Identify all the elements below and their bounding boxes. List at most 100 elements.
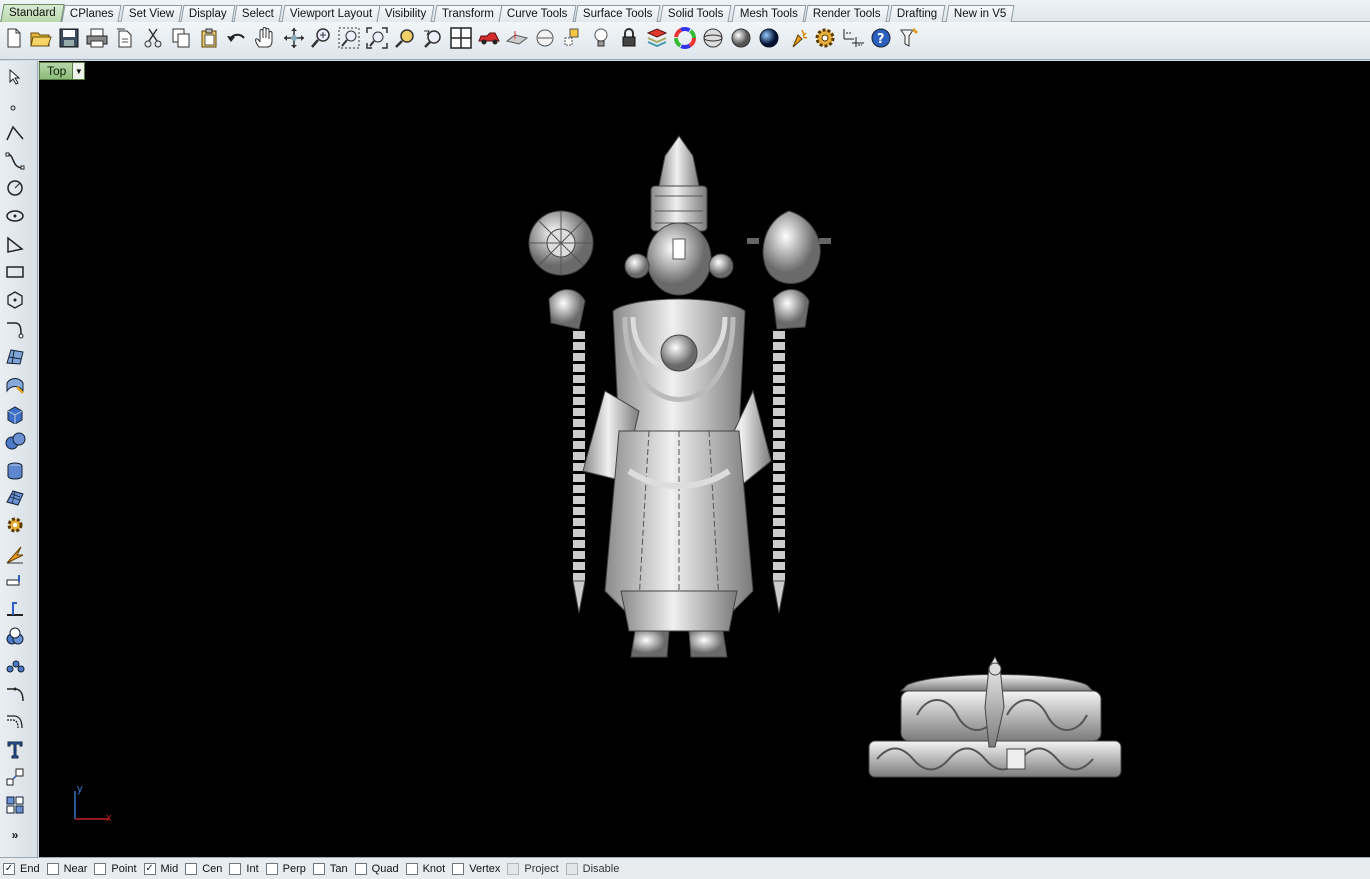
- tab-drafting[interactable]: Drafting: [888, 5, 946, 22]
- mesh-icon[interactable]: [3, 486, 27, 510]
- tab-cplanes[interactable]: CPlanes: [61, 5, 122, 22]
- open-folder-icon[interactable]: [29, 25, 53, 51]
- solid-tools-icon[interactable]: [3, 459, 27, 483]
- lock-icon[interactable]: [617, 25, 641, 51]
- checkbox-icon[interactable]: ✓: [3, 862, 15, 875]
- tab-viewport-layout[interactable]: Viewport Layout: [281, 5, 381, 22]
- viewport-menu-arrow-icon[interactable]: ▼: [72, 63, 85, 79]
- checkbox-icon[interactable]: [354, 862, 367, 875]
- copy-icon[interactable]: [169, 25, 193, 51]
- zoom-selected-icon[interactable]: [393, 25, 417, 51]
- cut-icon[interactable]: [141, 25, 165, 51]
- curve-icon[interactable]: [3, 149, 27, 173]
- help-icon[interactable]: ?: [869, 25, 893, 51]
- checkbox-icon[interactable]: [46, 862, 59, 875]
- transform-icon[interactable]: [3, 543, 27, 567]
- wireframe-sphere-icon[interactable]: [701, 25, 725, 51]
- checkbox-icon[interactable]: [94, 862, 107, 875]
- polyline-icon[interactable]: [3, 122, 27, 146]
- solid-sphere-icon[interactable]: [3, 429, 27, 453]
- import-icon[interactable]: [113, 25, 137, 51]
- surface-tools-icon[interactable]: [3, 373, 27, 397]
- checkbox-icon[interactable]: [265, 862, 278, 875]
- ellipse-icon[interactable]: [3, 204, 27, 228]
- construction-plane-icon[interactable]: [505, 25, 529, 51]
- rendered-sphere-icon[interactable]: [757, 25, 781, 51]
- checkbox-icon[interactable]: [185, 862, 198, 875]
- tools-icon[interactable]: [897, 25, 921, 51]
- curve-from-object-icon[interactable]: [3, 317, 27, 341]
- save-icon[interactable]: [57, 25, 81, 51]
- osnap-mid[interactable]: ✓ Mid: [143, 862, 178, 875]
- light-bulb-icon[interactable]: [589, 25, 613, 51]
- zoom-extents-icon[interactable]: [365, 25, 389, 51]
- osnap-cen[interactable]: Cen: [185, 862, 222, 875]
- statue-model[interactable]: [509, 131, 849, 691]
- osnap-end[interactable]: ✓ End: [3, 862, 40, 875]
- pedestal-model[interactable]: [867, 655, 1123, 781]
- dimension-side-icon[interactable]: [3, 570, 27, 594]
- viewport-top[interactable]: Top ▼ y x: [39, 61, 1370, 857]
- select-arrow-icon[interactable]: [3, 65, 27, 89]
- checkbox-icon[interactable]: [565, 862, 578, 875]
- osnap-point[interactable]: Point: [94, 862, 137, 875]
- dimension-icon[interactable]: [842, 25, 866, 51]
- four-viewports-icon[interactable]: [449, 25, 473, 51]
- tab-standard[interactable]: Standard: [0, 4, 65, 22]
- group-icon[interactable]: [3, 793, 27, 817]
- render-tools-icon[interactable]: [3, 513, 27, 537]
- rotate-view-icon[interactable]: [282, 25, 306, 51]
- pan-hand-icon[interactable]: [252, 25, 276, 51]
- layer-icon[interactable]: [645, 25, 669, 51]
- color-wheel-icon[interactable]: [673, 25, 697, 51]
- fillet-icon[interactable]: [3, 682, 27, 706]
- checkbox-icon[interactable]: [507, 862, 520, 875]
- scale-icon[interactable]: [3, 765, 27, 789]
- tab-solid-tools[interactable]: Solid Tools: [659, 5, 732, 22]
- circle-icon[interactable]: [3, 176, 27, 200]
- viewport-label[interactable]: Top ▼: [39, 62, 86, 80]
- osnap-vertex[interactable]: Vertex: [452, 862, 500, 875]
- text-icon[interactable]: [3, 737, 27, 761]
- tab-set-view[interactable]: Set View: [120, 5, 183, 22]
- undo-view-icon[interactable]: [421, 25, 445, 51]
- surface-icon[interactable]: [3, 345, 27, 369]
- tab-select[interactable]: Select: [233, 5, 283, 22]
- checkbox-icon[interactable]: [312, 862, 325, 875]
- osnap-near[interactable]: Near: [46, 862, 87, 875]
- tab-transform[interactable]: Transform: [433, 5, 503, 22]
- osnap-tan[interactable]: Tan: [312, 862, 348, 875]
- more-tools-icon[interactable]: »: [3, 823, 27, 847]
- tab-curve-tools[interactable]: Curve Tools: [498, 5, 577, 22]
- tab-display[interactable]: Display: [180, 5, 236, 22]
- osnap-quad[interactable]: Quad: [354, 862, 399, 875]
- arc-icon[interactable]: [3, 233, 27, 257]
- osnap-int[interactable]: Int: [229, 862, 259, 875]
- tab-surface-tools[interactable]: Surface Tools: [574, 5, 661, 22]
- undo-icon[interactable]: [225, 25, 249, 51]
- options-gear-icon[interactable]: [813, 25, 837, 51]
- point-icon[interactable]: [3, 93, 27, 117]
- zoom-window-icon[interactable]: [337, 25, 361, 51]
- offset-icon[interactable]: [3, 710, 27, 734]
- render-icon[interactable]: [789, 25, 813, 51]
- zoom-icon[interactable]: [309, 25, 333, 51]
- osnap-disable[interactable]: Disable: [565, 862, 619, 875]
- named-views-icon[interactable]: [533, 25, 557, 51]
- analyze-icon[interactable]: [3, 597, 27, 621]
- osnap-knot[interactable]: Knot: [405, 862, 445, 875]
- osnap-project[interactable]: Project: [507, 862, 559, 875]
- new-file-icon[interactable]: [2, 25, 26, 51]
- paste-icon[interactable]: [197, 25, 221, 51]
- checkbox-icon[interactable]: ✓: [143, 862, 156, 875]
- array-icon[interactable]: [3, 653, 27, 677]
- print-icon[interactable]: [85, 25, 109, 51]
- car-icon[interactable]: [477, 25, 501, 51]
- checkbox-icon[interactable]: [229, 862, 242, 875]
- osnap-perp[interactable]: Perp: [265, 862, 306, 875]
- select-filter-icon[interactable]: [561, 25, 585, 51]
- tab-render-tools[interactable]: Render Tools: [804, 5, 890, 22]
- tab-new-in-v5[interactable]: New in V5: [945, 5, 1015, 22]
- tab-visibility[interactable]: Visibility: [376, 5, 435, 22]
- polygon-icon[interactable]: [3, 288, 27, 312]
